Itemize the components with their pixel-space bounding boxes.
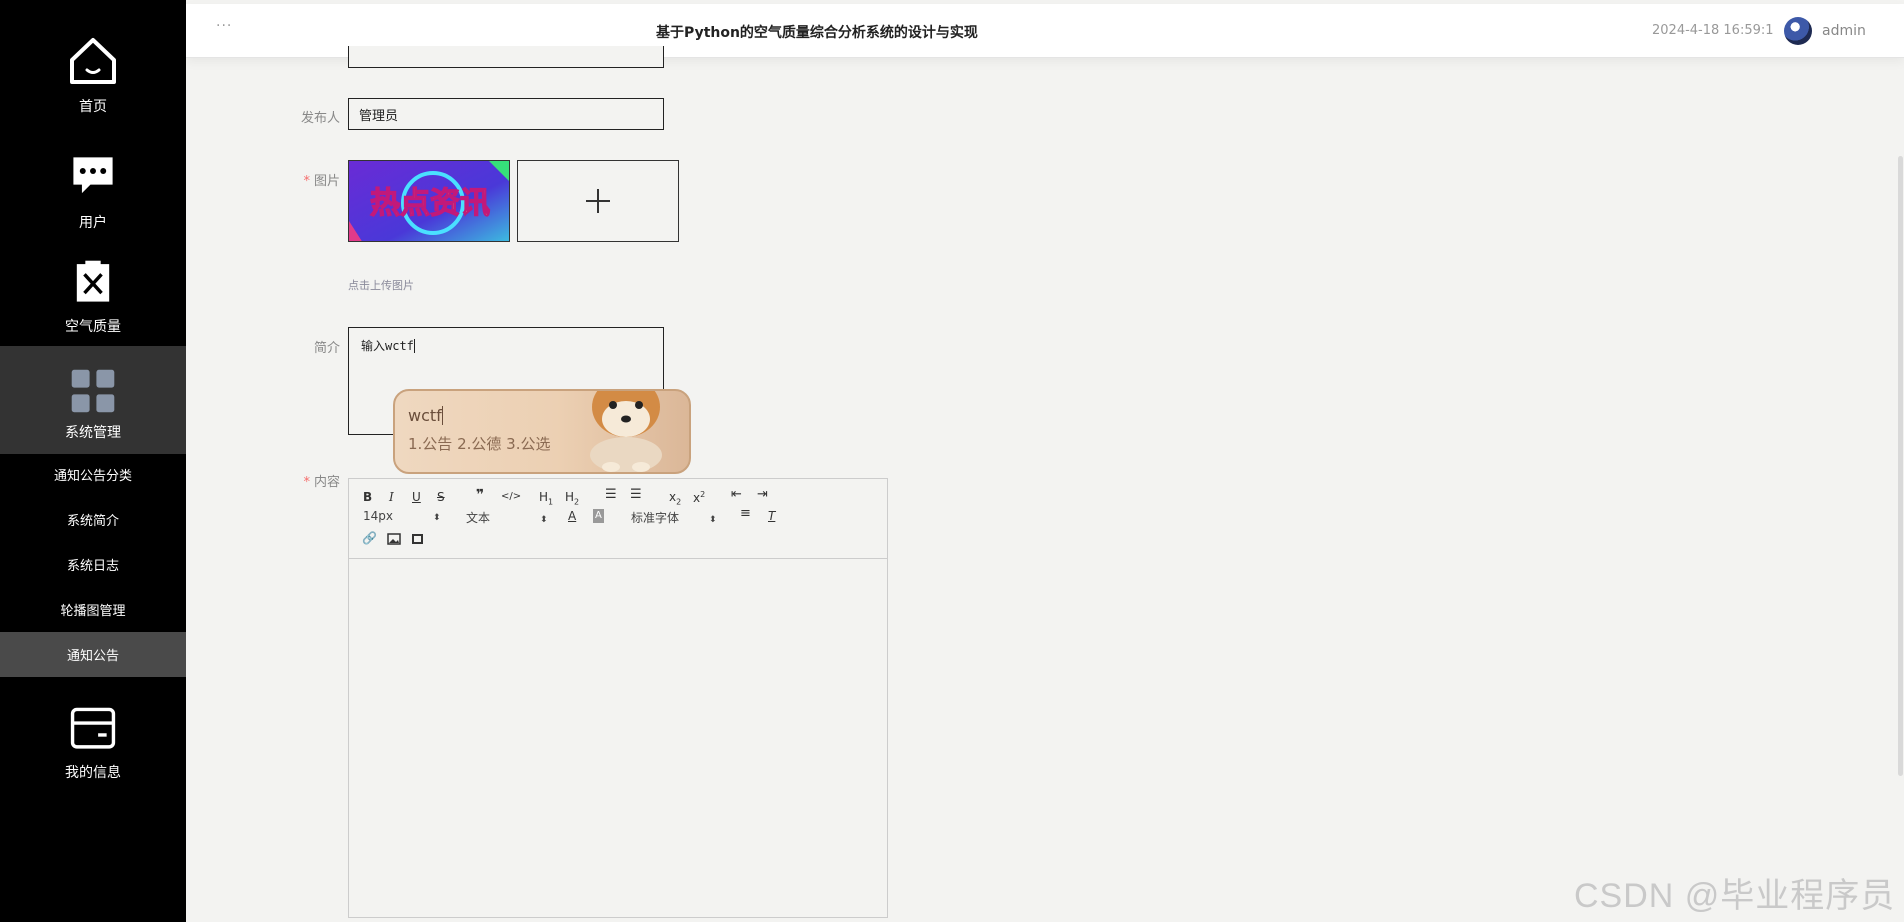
required-mark: *: [303, 174, 310, 189]
ime-candidate-popup: wctf 1.公告 2.公德 3.公选: [393, 389, 691, 474]
card-icon: [70, 707, 116, 749]
header-username[interactable]: admin: [1822, 23, 1866, 39]
nav-home[interactable]: 首页: [0, 34, 186, 116]
bold-icon[interactable]: B: [363, 490, 372, 504]
header-datetime: 2024-4-18 16:59:1: [1652, 23, 1774, 38]
rich-text-editor: B I U S ❞ </> H1 H2 ☰ ☰ x2 x2 ⇤ ⇥ 14px ⬍ …: [348, 478, 888, 918]
sub-item-label: 通知公告分类: [53, 469, 132, 484]
sub-item-notice[interactable]: 通知公告: [0, 632, 186, 677]
content-label: * 内容: [303, 475, 340, 490]
grid-icon: [71, 369, 115, 413]
watermark: CSDN @毕业程序员: [1574, 877, 1896, 915]
font-family-select[interactable]: 标准字体 ⬍: [631, 509, 717, 526]
code-icon[interactable]: </>: [501, 490, 521, 504]
uploaded-image[interactable]: 热点资讯: [348, 160, 510, 242]
avatar[interactable]: [1784, 17, 1812, 45]
summary-label: 简介: [313, 341, 340, 356]
font-size-select[interactable]: 14px ⬍: [363, 509, 441, 523]
page-scrollbar[interactable]: [1898, 156, 1903, 776]
ordered-list-icon[interactable]: ☰: [605, 488, 617, 502]
nav-system-management[interactable]: 系统管理: [0, 346, 186, 454]
nav-users-label: 用户: [79, 215, 107, 231]
editor-toolbar: B I U S ❞ </> H1 H2 ☰ ☰ x2 x2 ⇤ ⇥ 14px ⬍ …: [349, 479, 887, 559]
image-label: * 图片: [303, 174, 340, 189]
chat-icon: [73, 157, 113, 194]
link-icon[interactable]: 🔗: [362, 531, 377, 545]
upload-add-button[interactable]: [517, 160, 679, 242]
italic-icon[interactable]: I: [389, 490, 394, 504]
video-icon[interactable]: [411, 533, 424, 545]
h2-icon[interactable]: H2: [565, 490, 579, 509]
page-title: 基于Python的空气质量综合分析系统的设计与实现: [656, 25, 978, 41]
block-type-select[interactable]: 文本 ⬍: [466, 509, 548, 526]
font-color-icon[interactable]: A: [568, 509, 576, 523]
hot-news-banner: 热点资讯: [349, 161, 509, 241]
outdent-icon[interactable]: ⇤: [731, 488, 742, 502]
underline-icon[interactable]: U: [412, 490, 421, 504]
summary-value: 输入wctf: [361, 339, 414, 353]
ime-candidates[interactable]: 1.公告 2.公德 3.公选: [408, 433, 550, 454]
nav-my-info-label: 我的信息: [65, 765, 121, 781]
subscript-icon[interactable]: x2: [669, 490, 681, 509]
sub-item-label: 系统简介: [66, 514, 119, 529]
sub-item-system-intro[interactable]: 系统简介: [0, 497, 186, 542]
h1-icon[interactable]: H1: [539, 490, 553, 509]
superscript-icon[interactable]: x2: [693, 488, 705, 505]
sub-item-label: 系统日志: [66, 559, 119, 574]
nav-air-quality-label: 空气质量: [65, 319, 121, 335]
home-icon: [70, 38, 116, 84]
svg-text:热点资讯: 热点资讯: [370, 186, 490, 221]
sub-item-carousel[interactable]: 轮播图管理: [0, 587, 186, 632]
bullet-list-icon[interactable]: ☰: [630, 488, 642, 502]
publisher-value: 管理员: [359, 108, 399, 124]
clear-format-icon[interactable]: T: [768, 509, 775, 523]
sidebar: 首页 用户 空气质量 系统管理 通知公告分类 系统简介 系统日志 轮播图管理 通…: [0, 0, 186, 922]
editor-content-area[interactable]: [349, 559, 887, 917]
sub-item-label: 轮播图管理: [60, 604, 126, 619]
upload-tip: 点击上传图片: [348, 279, 414, 292]
required-mark: *: [303, 475, 310, 490]
quote-icon[interactable]: ❞: [476, 488, 484, 502]
nav-home-label: 首页: [79, 99, 107, 115]
publisher-field[interactable]: 管理员: [348, 98, 664, 130]
publisher-label: 发布人: [300, 111, 340, 126]
align-icon[interactable]: ≡: [740, 507, 751, 521]
indent-icon[interactable]: ⇥: [757, 488, 768, 502]
sub-item-system-log[interactable]: 系统日志: [0, 542, 186, 587]
ime-composition: wctf: [408, 406, 443, 425]
nav-system-management-label: 系统管理: [65, 425, 121, 441]
nav-my-info[interactable]: 我的信息: [0, 706, 186, 782]
sub-item-notice-category[interactable]: 通知公告分类: [0, 452, 186, 497]
background-color-icon[interactable]: A: [593, 509, 604, 523]
shiba-dog-illustration: [590, 391, 662, 472]
title-field[interactable]: [348, 46, 664, 68]
clipboard-x-icon: [76, 260, 110, 302]
nav-users[interactable]: 用户: [0, 150, 186, 232]
nav-air-quality[interactable]: 空气质量: [0, 258, 186, 336]
image-icon[interactable]: [387, 533, 401, 545]
sub-item-label: 通知公告: [66, 649, 119, 664]
strike-icon[interactable]: S: [437, 490, 445, 504]
